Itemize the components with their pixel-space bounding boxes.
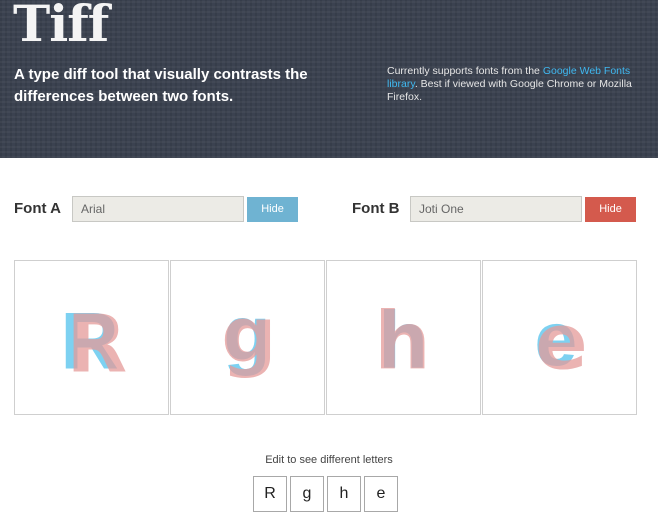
glyph-panel-1: R R xyxy=(14,260,169,415)
letter-input-2[interactable]: g xyxy=(290,476,324,512)
glyph-panel-3: h h xyxy=(326,260,481,415)
font-a-label: Font A xyxy=(14,200,61,217)
font-b-input[interactable] xyxy=(410,196,582,222)
font-a-hide-button[interactable]: Hide xyxy=(247,197,298,222)
font-b-label: Font B xyxy=(352,200,400,217)
font-a-input[interactable] xyxy=(72,196,244,222)
support-note-prefix: Currently supports fonts from the xyxy=(387,65,543,77)
glyph-panel-4: e e xyxy=(482,260,637,415)
font-b-glyph: R xyxy=(66,299,127,391)
glyph-overlay-1: R R xyxy=(60,297,127,391)
page-header: Tiff A type diff tool that visually cont… xyxy=(0,0,658,158)
glyph-overlay-4: e e xyxy=(534,297,587,388)
letter-input-1[interactable]: R xyxy=(253,476,287,512)
font-b-glyph: h xyxy=(374,296,430,388)
support-note: Currently supports fonts from the Google… xyxy=(387,65,637,104)
tagline: A type diff tool that visually contrasts… xyxy=(14,66,308,105)
letter-input-3[interactable]: h xyxy=(327,476,361,512)
support-note-suffix: . Best if viewed with Google Chrome or M… xyxy=(387,78,632,103)
font-b-hide-button[interactable]: Hide xyxy=(585,197,636,222)
edit-hint: Edit to see different letters xyxy=(265,454,393,466)
glyph-overlay-3: h h xyxy=(374,296,430,388)
font-b-glyph: g xyxy=(221,292,276,381)
glyph-panel-2: g g xyxy=(170,260,325,415)
letter-input-4[interactable]: e xyxy=(364,476,398,512)
font-b-glyph: e xyxy=(535,299,587,388)
app-title: Tiff xyxy=(13,0,109,53)
glyph-overlay-2: g g xyxy=(221,291,276,381)
